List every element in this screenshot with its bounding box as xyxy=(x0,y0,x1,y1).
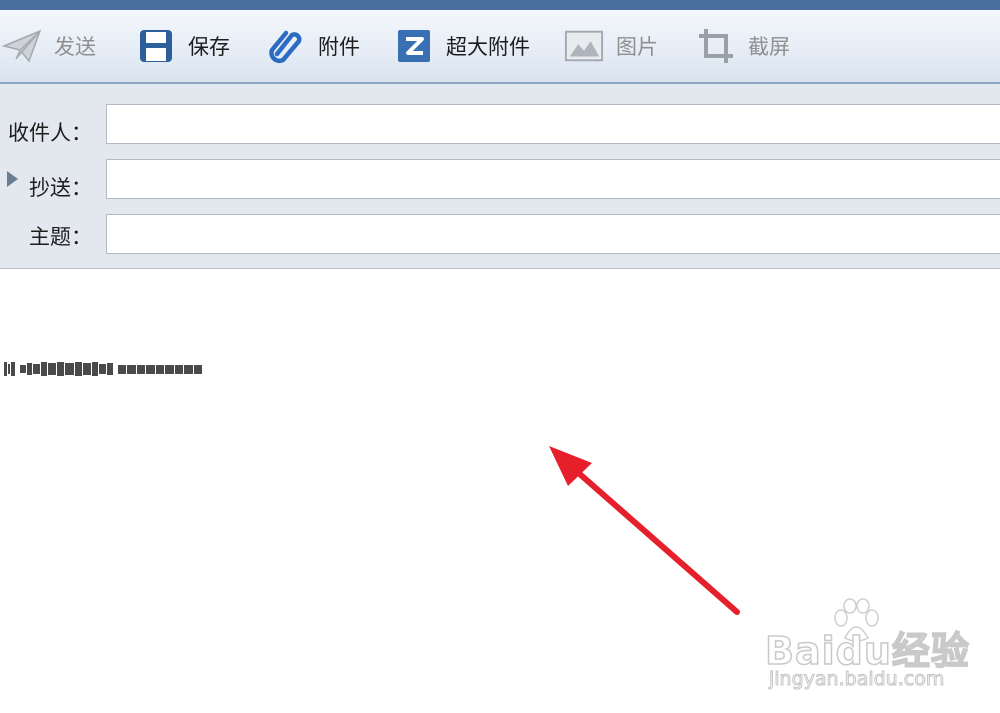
watermark-brand: Baidu经验 xyxy=(764,628,970,674)
watermark-url: jingyan.baidu.com xyxy=(768,668,945,691)
baidu-watermark: Baidu经验 jingyan.baidu.com xyxy=(764,598,970,698)
